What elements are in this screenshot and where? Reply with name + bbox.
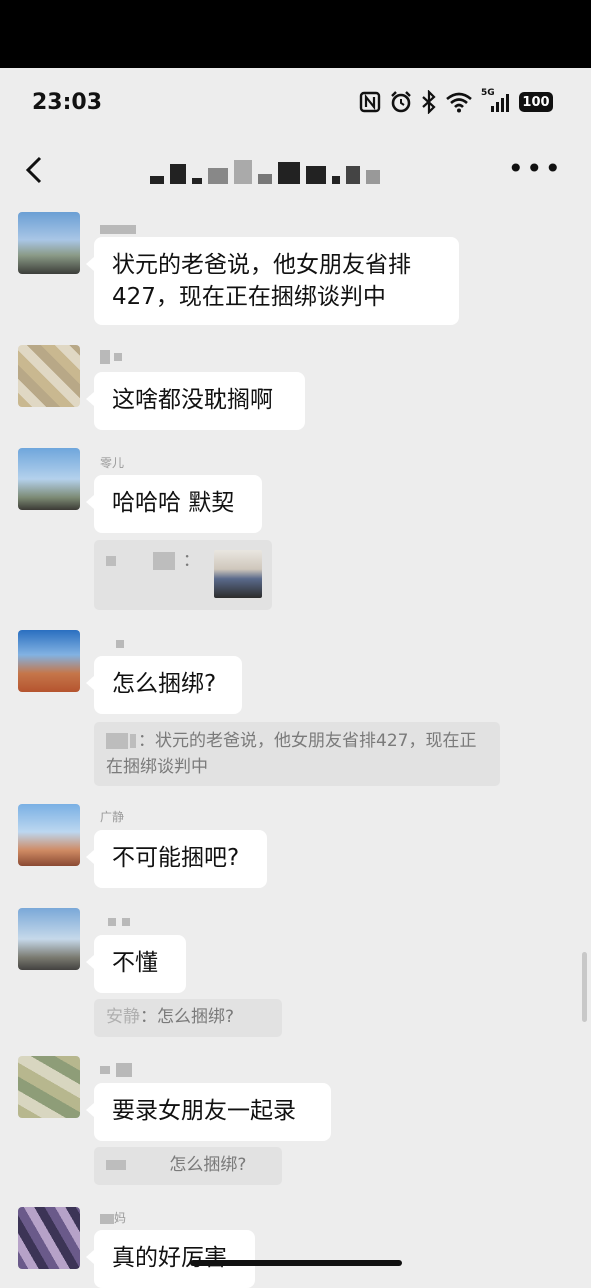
message-text: 要录女朋友一起录	[112, 1098, 296, 1124]
nickname	[100, 914, 130, 930]
quoted-message[interactable]: 安静：怎么捆绑?	[94, 999, 282, 1037]
message-bubble[interactable]: 不可能捆吧?	[86, 830, 267, 888]
back-arrow-icon[interactable]	[20, 150, 50, 190]
avatar[interactable]	[18, 345, 80, 407]
nickname	[100, 349, 122, 365]
nickname: 广静	[100, 810, 125, 824]
message-text: 哈哈哈 默契	[112, 490, 235, 516]
message-text: 这啥都没耽搁啊	[112, 387, 273, 413]
status-time: 23:03	[32, 90, 103, 115]
nickname-text: 妈	[114, 1211, 127, 1225]
message-text: 怎么捆绑?	[112, 671, 217, 697]
message-text-line: 状元的老爸说，他女朋友省排	[112, 252, 411, 278]
nickname: 妈	[100, 1209, 126, 1225]
quote-text: ：状元的老爸说，他女朋友省排427，现在正在捆绑谈判中	[106, 731, 477, 777]
home-indicator[interactable]	[190, 1260, 402, 1266]
more-icon[interactable]: •••	[507, 152, 563, 185]
nickname: 零儿	[100, 456, 125, 470]
avatar[interactable]	[18, 212, 80, 274]
avatar[interactable]	[18, 1056, 80, 1118]
message-bubble[interactable]: 真的好厉害	[86, 1230, 255, 1288]
avatar[interactable]	[18, 448, 80, 510]
wifi-icon	[446, 92, 472, 113]
message-text: 不可能捆吧?	[112, 845, 240, 871]
avatar[interactable]	[18, 804, 80, 866]
quote-text: ：怎么捆绑?	[140, 1007, 235, 1027]
message-bubble[interactable]: 怎么捆绑?	[86, 656, 242, 714]
message-bubble[interactable]: 哈哈哈 默契	[86, 475, 262, 533]
avatar[interactable]	[18, 630, 80, 692]
quoted-message[interactable]: ：状元的老爸说，他女朋友省排427，现在正在捆绑谈判中	[94, 722, 500, 786]
alarm-icon	[391, 91, 411, 113]
message-text: 不懂	[112, 950, 158, 976]
battery-level: 100	[522, 94, 550, 110]
top-black-bar	[0, 0, 591, 68]
message-bubble[interactable]: 状元的老爸说，他女朋友省排 427，现在正在捆绑谈判中	[86, 237, 459, 325]
message-bubble[interactable]: 这啥都没耽搁啊	[86, 372, 305, 430]
message-text-line: 427，现在正在捆绑谈判中	[112, 284, 386, 310]
message-bubble[interactable]: 要录女朋友一起录	[86, 1083, 331, 1141]
message-text: 真的好厉害	[112, 1245, 227, 1271]
quote-text: ：	[182, 551, 200, 571]
nickname	[100, 1062, 132, 1078]
avatar[interactable]	[18, 1207, 80, 1269]
battery-icon: 100	[519, 92, 553, 112]
nickname	[100, 222, 136, 238]
chat-title	[150, 160, 380, 184]
bluetooth-icon	[422, 90, 436, 114]
network-label: 5G	[481, 88, 495, 98]
quoted-image-thumbnail[interactable]	[214, 550, 262, 598]
signal-icon: 5G	[481, 88, 511, 114]
avatar[interactable]	[18, 908, 80, 970]
quoted-message[interactable]: 怎么捆绑?	[94, 1147, 282, 1185]
quoted-message[interactable]: ：	[94, 540, 272, 610]
nfc-icon	[359, 91, 381, 113]
quote-sender: 安静	[106, 1007, 140, 1027]
nickname	[100, 636, 124, 652]
message-bubble[interactable]: 不懂	[86, 935, 186, 993]
quote-text: 怎么捆绑?	[169, 1155, 247, 1175]
scrollbar[interactable]	[582, 952, 587, 1022]
status-icons: 5G 100	[359, 88, 553, 114]
